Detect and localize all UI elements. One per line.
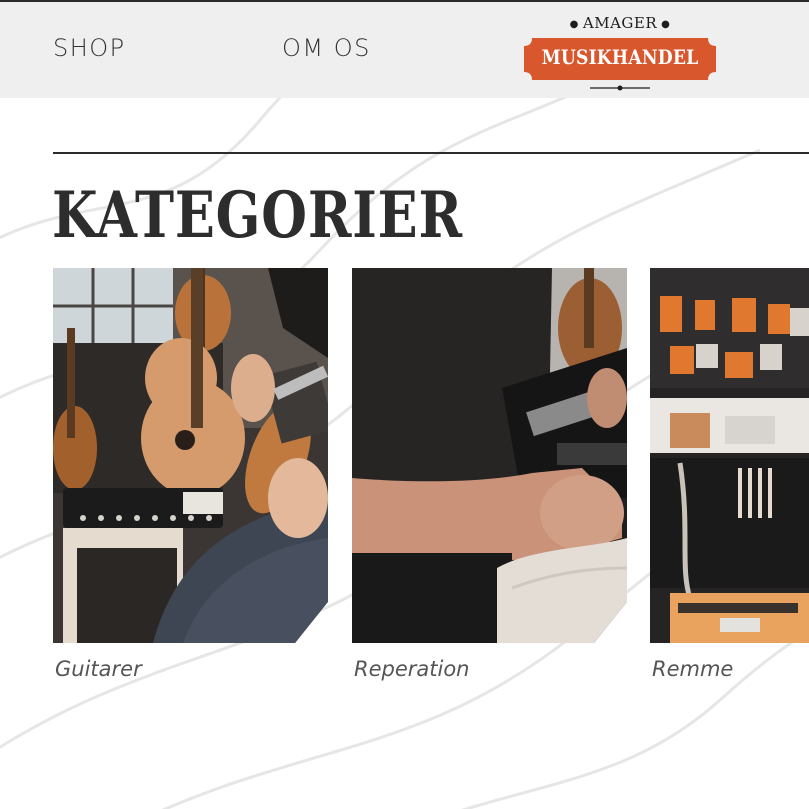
category-card-guitarer[interactable]: Guitarer [53,268,328,681]
nav-link-om-os[interactable]: OM OS [282,34,371,62]
category-label-guitarer[interactable]: Guitarer [53,657,328,681]
navigation-bar: SHOP OM OS ● AMAGER ● MUSIKHANDEL [0,2,809,98]
category-card-reperation[interactable]: Reperation [352,268,627,681]
category-image-guitarer[interactable] [53,268,328,643]
category-image-remme[interactable] [650,268,809,643]
nav-link-shop[interactable]: SHOP [53,34,126,62]
category-label-reperation[interactable]: Reperation [352,657,627,681]
page-title: KATEGORIER [52,178,463,253]
category-card-remme[interactable]: Remme [650,268,809,681]
logo-main-text: MUSIKHANDEL [541,45,699,69]
logo-top-text: AMAGER [582,14,658,32]
logo-top-line: ● AMAGER ● [569,14,671,32]
category-label-remme[interactable]: Remme [650,657,809,681]
logo[interactable]: ● AMAGER ● MUSIKHANDEL [520,10,720,96]
top-border [0,0,809,2]
section-divider [53,152,809,154]
logo-underline-ornament [590,85,650,91]
category-image-reperation[interactable] [352,268,627,643]
